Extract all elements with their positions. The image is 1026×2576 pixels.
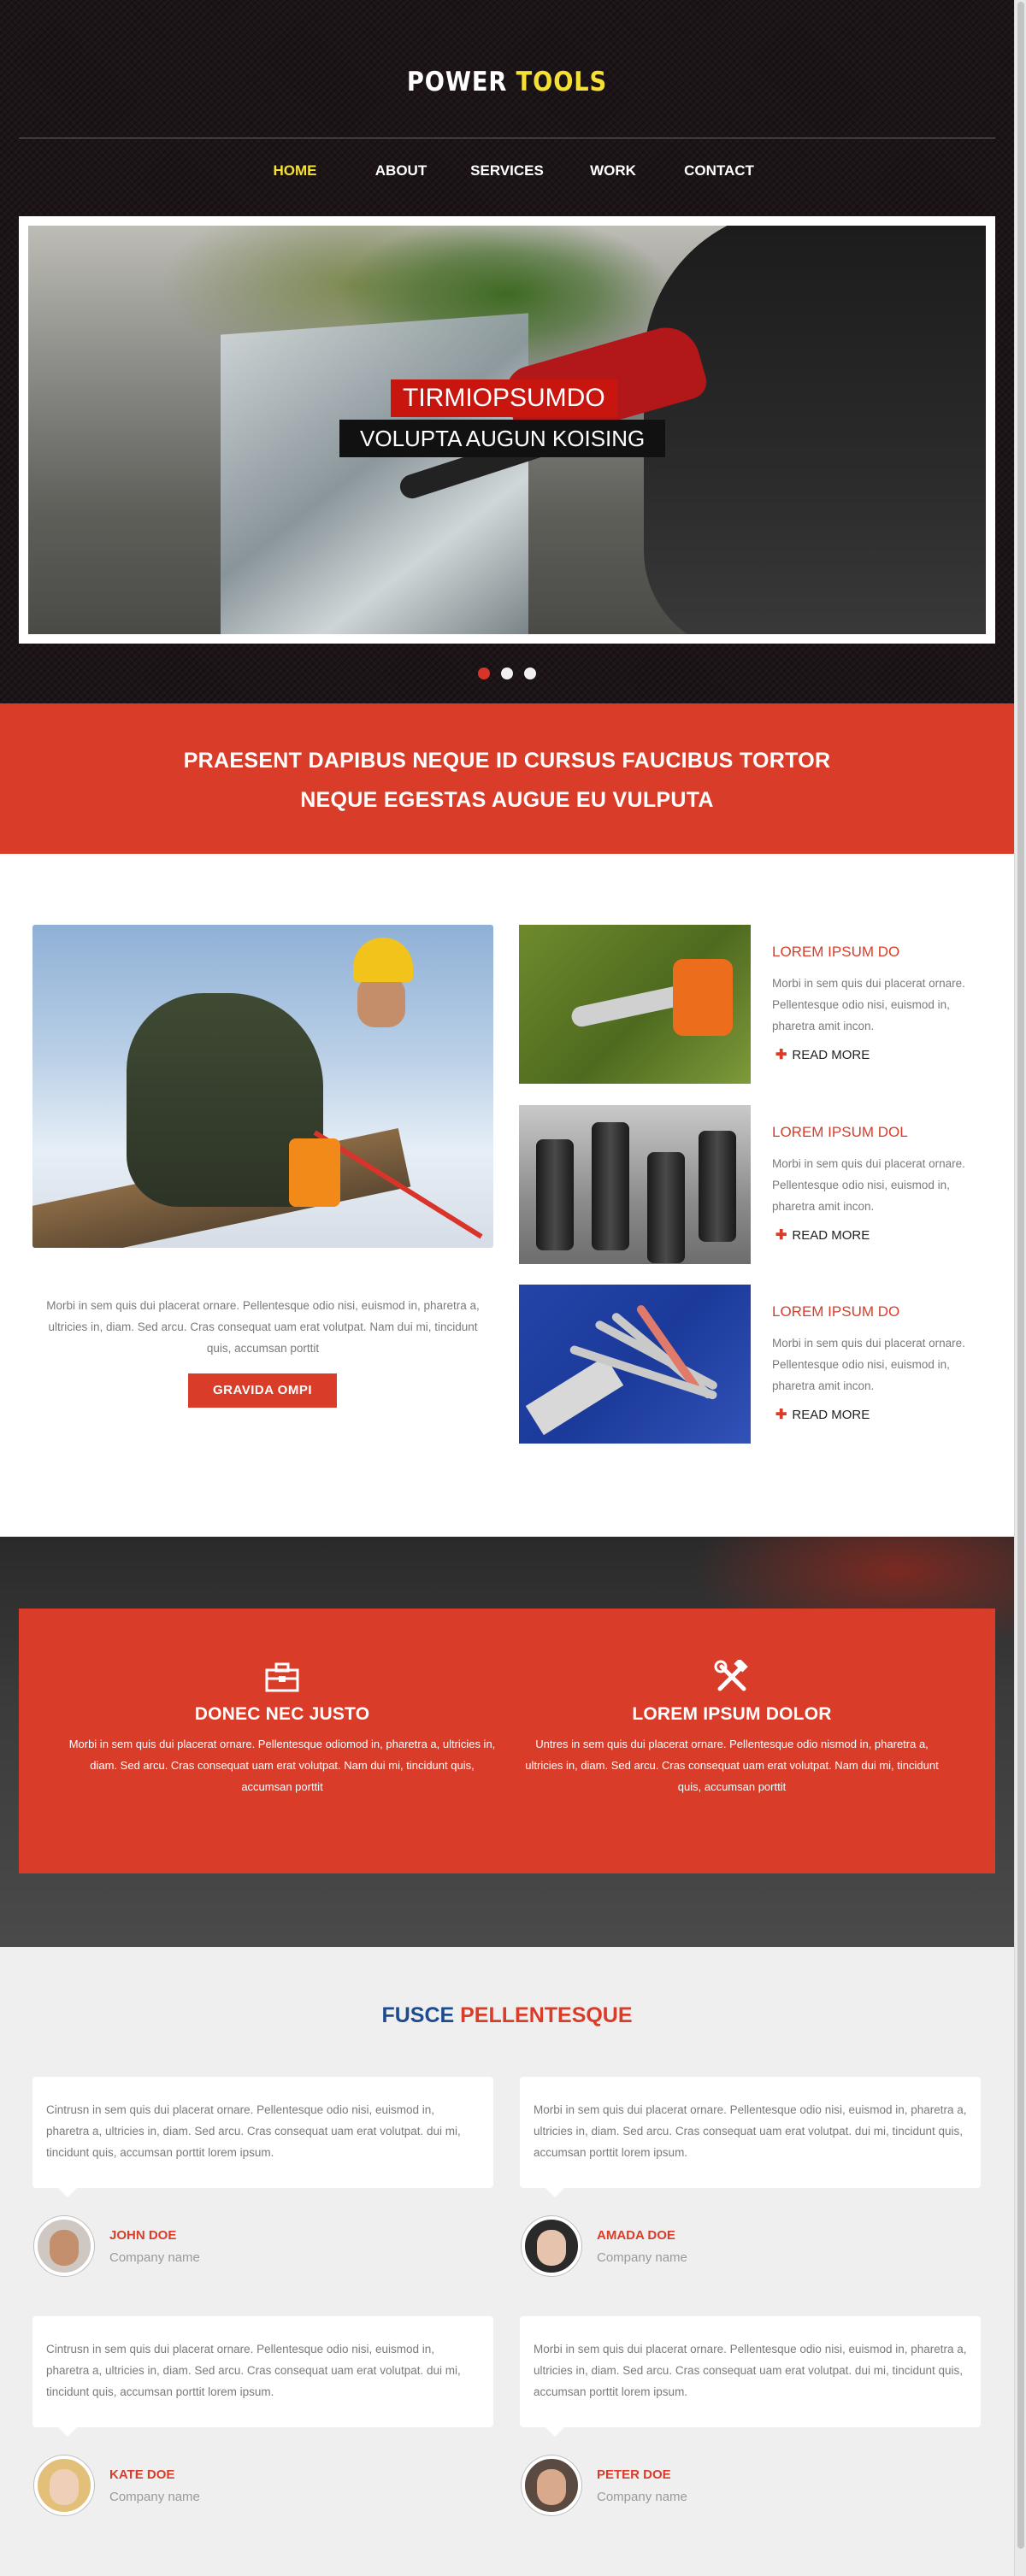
level-tool: [525, 1356, 624, 1436]
testimonial-author: AMADA DOE Company name: [522, 2216, 864, 2276]
hammer-wrench-icon: [714, 1660, 748, 1691]
testimonials-title-part2: PELLENTESQUE: [460, 2003, 633, 2027]
bit: [699, 1131, 736, 1242]
hard-hat: [353, 938, 413, 982]
testimonials-section: FUSCE PELLENTESQUE Cintrusn in sem quis …: [0, 1947, 1014, 2576]
read-more-link[interactable]: ✚ READ MORE: [775, 1406, 870, 1423]
plus-icon: ✚: [775, 1408, 787, 1422]
nav-home[interactable]: HOME: [244, 162, 346, 179]
testimonial-author: JOHN DOE Company name: [34, 2216, 376, 2276]
highlight-title: LOREM IPSUM DOLOR: [632, 1704, 832, 1724]
highlight-column: LOREM IPSUM DOLOR Untres in sem quis dui…: [518, 1660, 946, 1797]
slider-dot-3[interactable]: [524, 668, 536, 679]
bit: [536, 1139, 574, 1250]
author-name[interactable]: AMADA DOE: [597, 2228, 675, 2243]
service-item: LOREM IPSUM DO Morbi in sem quis dui pla…: [519, 925, 998, 1084]
service-text: Morbi in sem quis dui placerat ornare. P…: [772, 977, 965, 1032]
tagline-banner: PRAESENT DAPIBUS NEQUE ID CURSUS FAUCIBU…: [0, 703, 1014, 854]
banner-line-2: NEQUE EGESTAS AUGUE EU VULPUTA: [300, 788, 714, 812]
bit: [647, 1152, 685, 1263]
drill-bits-image[interactable]: [519, 1105, 751, 1264]
highlight-column: DONEC NEC JUSTO Morbi in sem quis dui pl…: [68, 1660, 496, 1797]
header-hero: POWER TOOLS HOME ABOUT SERVICES WORK CON…: [0, 0, 1014, 703]
logo-word-power: POWER: [406, 67, 508, 97]
worker-silhouette: [644, 226, 986, 634]
author-name[interactable]: KATE DOE: [109, 2467, 174, 2482]
chainsaw-image[interactable]: [519, 925, 751, 1084]
avatar: [522, 2455, 581, 2515]
read-more-link[interactable]: ✚ READ MORE: [775, 1046, 870, 1063]
testimonial-card: Cintrusn in sem quis dui placerat ornare…: [32, 2077, 493, 2197]
scrollbar-thumb[interactable]: [1017, 2, 1024, 2549]
testimonial-author: KATE DOE Company name: [34, 2455, 376, 2515]
logo-word-tools: TOOLS: [516, 67, 608, 97]
toolbox-icon: [265, 1662, 299, 1692]
service-title[interactable]: LOREM IPSUM DO: [772, 944, 899, 961]
avatar: [34, 2216, 94, 2276]
avatar-face: [537, 2469, 566, 2505]
saw-engine: [673, 959, 733, 1036]
avatar-face: [537, 2230, 566, 2266]
highlights-section: DONEC NEC JUSTO Morbi in sem quis dui pl…: [0, 1537, 1014, 1947]
nav-contact[interactable]: CONTACT: [668, 162, 770, 179]
author-company: Company name: [109, 2490, 200, 2504]
highlight-title: DONEC NEC JUSTO: [194, 1704, 370, 1724]
testimonial-author: PETER DOE Company name: [522, 2455, 864, 2515]
gravida-button[interactable]: GRAVIDA OMPI: [188, 1373, 337, 1408]
scrollbar[interactable]: [1014, 0, 1026, 2576]
nav-about[interactable]: ABOUT: [350, 162, 452, 179]
avatar: [34, 2455, 94, 2515]
avatar-face: [50, 2230, 79, 2266]
testimonial-card: Cintrusn in sem quis dui placerat ornare…: [32, 2316, 493, 2437]
author-company: Company name: [597, 2250, 687, 2265]
hand-tools-image[interactable]: [519, 1285, 751, 1444]
author-company: Company name: [109, 2250, 200, 2265]
testimonial-card: Morbi in sem quis dui placerat ornare. P…: [520, 2077, 981, 2197]
highlights-box: DONEC NEC JUSTO Morbi in sem quis dui pl…: [19, 1609, 995, 1873]
service-title[interactable]: LOREM IPSUM DO: [772, 1303, 899, 1320]
banner-line-1: PRAESENT DAPIBUS NEQUE ID CURSUS FAUCIBU…: [183, 749, 831, 773]
page: POWER TOOLS HOME ABOUT SERVICES WORK CON…: [0, 0, 1014, 2576]
worker-face: [357, 976, 405, 1027]
read-more-label: READ MORE: [792, 1408, 870, 1422]
feature-text: Morbi in sem quis dui placerat ornare. P…: [46, 1299, 480, 1355]
avatar: [522, 2216, 581, 2276]
power-tool: [289, 1138, 340, 1207]
author-company: Company name: [597, 2490, 687, 2504]
slider-dot-1[interactable]: [478, 668, 490, 679]
read-more-label: READ MORE: [792, 1048, 870, 1062]
logo[interactable]: POWER TOOLS: [61, 67, 953, 97]
nav-work[interactable]: WORK: [562, 162, 664, 179]
slider-pagination: [0, 668, 1014, 679]
testimonials-title: FUSCE PELLENTESQUE: [0, 2003, 1014, 2028]
author-name[interactable]: PETER DOE: [597, 2467, 671, 2482]
main-nav: HOME ABOUT SERVICES WORK CONTACT: [0, 162, 1014, 179]
slide-caption-subtitle: VOLUPTA AUGUN KOISING: [339, 420, 666, 457]
slider-dot-2[interactable]: [501, 668, 513, 679]
plus-icon: ✚: [775, 1048, 787, 1062]
feature-image-worker: [32, 925, 493, 1248]
service-item: LOREM IPSUM DOL Morbi in sem quis dui pl…: [519, 1105, 998, 1264]
plus-icon: ✚: [775, 1228, 787, 1243]
read-more-label: READ MORE: [792, 1228, 870, 1243]
testimonials-title-part1: FUSCE: [381, 2003, 455, 2027]
nav-services[interactable]: SERVICES: [456, 162, 558, 179]
highlight-text: Untres in sem quis dui placerat ornare. …: [525, 1738, 939, 1793]
highlight-text: Morbi in sem quis dui placerat ornare. P…: [68, 1738, 496, 1793]
slide-caption-title: TIRMIOPSUMDO: [391, 379, 617, 417]
author-name[interactable]: JOHN DOE: [109, 2228, 176, 2243]
service-text: Morbi in sem quis dui placerat ornare. P…: [772, 1157, 965, 1213]
service-text: Morbi in sem quis dui placerat ornare. P…: [772, 1337, 965, 1392]
bit: [592, 1122, 629, 1250]
service-item: LOREM IPSUM DO Morbi in sem quis dui pla…: [519, 1285, 998, 1444]
service-title[interactable]: LOREM IPSUM DOL: [772, 1124, 908, 1141]
read-more-link[interactable]: ✚ READ MORE: [775, 1226, 870, 1244]
avatar-face: [50, 2469, 79, 2505]
testimonial-card: Morbi in sem quis dui placerat ornare. P…: [520, 2316, 981, 2437]
